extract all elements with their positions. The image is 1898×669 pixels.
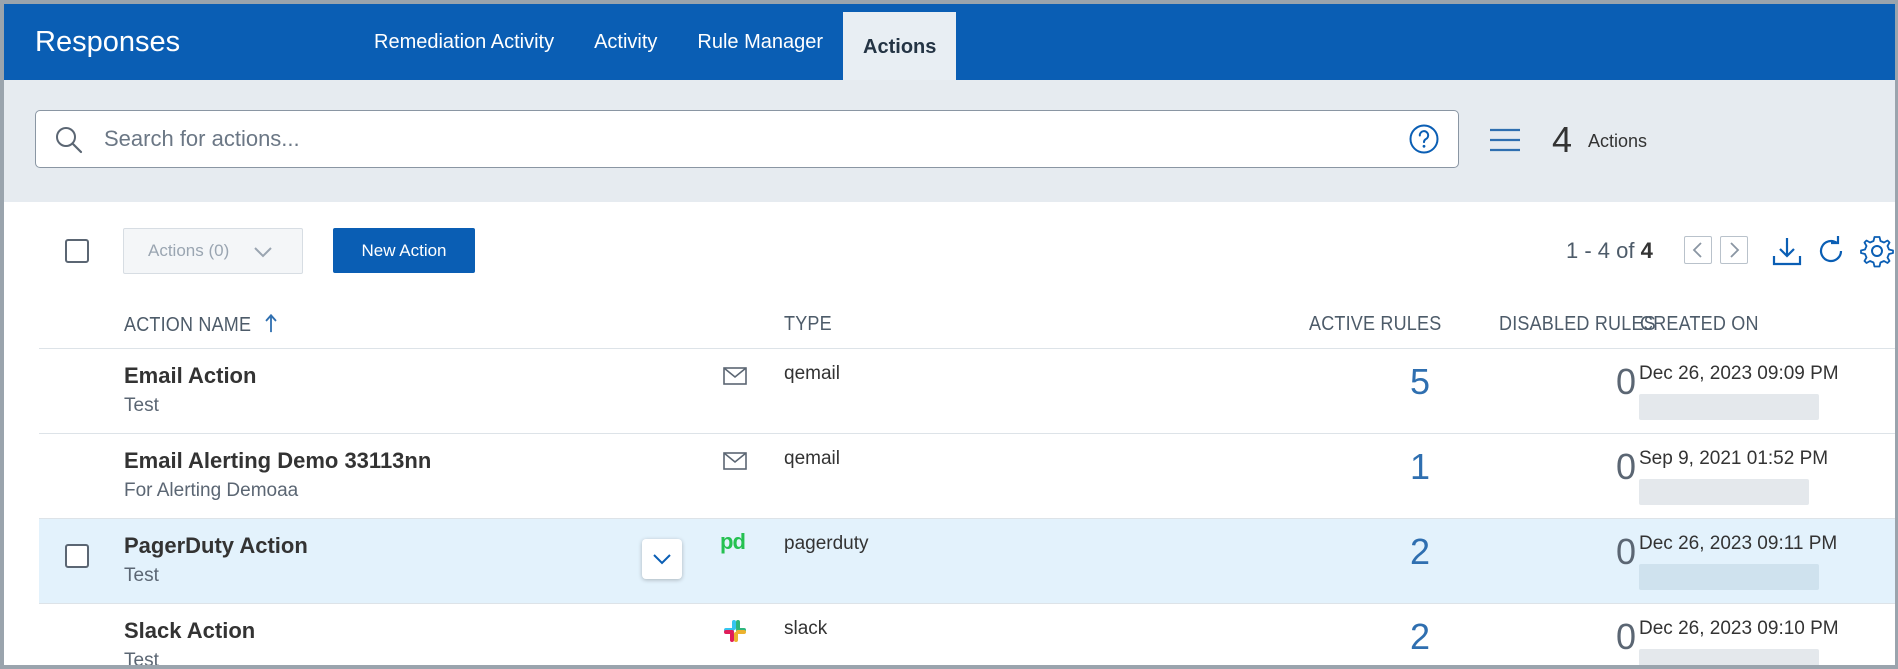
chevron-left-icon xyxy=(1692,242,1702,258)
pagination-range: 1 - 4 of xyxy=(1566,238,1635,263)
actions-count: 4 xyxy=(1552,119,1573,160)
disabled-rules-count: 0 xyxy=(1615,446,1636,487)
column-header-created-on[interactable]: CREATED ON xyxy=(1640,312,1759,336)
download-icon[interactable] xyxy=(1770,234,1804,268)
disabled-rules-count: 0 xyxy=(1615,531,1636,572)
gear-icon[interactable] xyxy=(1860,234,1894,268)
pagination-info: 1 - 4 of 4 xyxy=(1566,238,1653,264)
pagination-total: 4 xyxy=(1640,238,1653,263)
tab-activity[interactable]: Activity xyxy=(574,4,677,80)
table-row[interactable]: PagerDuty Action Test pd pagerduty 2 0 D… xyxy=(39,518,1895,603)
column-header-action-name-label: ACTION NAME xyxy=(124,313,252,336)
app-title: Responses xyxy=(35,26,181,58)
action-name[interactable]: Email Action xyxy=(124,363,256,389)
action-name[interactable]: Email Alerting Demo 33113nn xyxy=(124,448,431,474)
disabled-rules-count: 0 xyxy=(1615,616,1636,657)
created-on: Dec 26, 2023 09:10 PM xyxy=(1639,618,1839,639)
table-row[interactable]: Slack Action Test slack 2 0 Dec 26, 2023… xyxy=(39,603,1895,669)
tab-actions[interactable]: Actions xyxy=(843,12,957,80)
column-header-type[interactable]: TYPE xyxy=(784,312,832,336)
actions-count-label: Actions xyxy=(1588,131,1648,151)
action-name[interactable]: PagerDuty Action xyxy=(124,533,308,559)
chevron-right-icon xyxy=(1730,242,1740,258)
sort-ascending-icon xyxy=(265,313,278,333)
action-description: Test xyxy=(124,650,159,669)
action-type: slack xyxy=(784,618,828,639)
actions-dropdown-label: Actions (0) xyxy=(148,241,230,260)
column-header-action-name[interactable]: ACTION NAME xyxy=(124,312,280,337)
app-window: Responses Remediation Activity Activity … xyxy=(0,0,1898,669)
refresh-icon[interactable] xyxy=(1814,234,1848,268)
mail-icon xyxy=(723,452,747,470)
chevron-down-icon xyxy=(254,247,272,258)
created-on: Dec 26, 2023 09:09 PM xyxy=(1639,363,1839,384)
chevron-down-icon xyxy=(653,554,671,565)
action-type: qemail xyxy=(784,448,840,469)
action-type: qemail xyxy=(784,363,840,384)
row-actions-toggle[interactable] xyxy=(642,539,682,579)
search-box xyxy=(35,110,1459,168)
action-type: pagerduty xyxy=(784,533,869,554)
search-input[interactable] xyxy=(104,111,1384,167)
table-row[interactable]: Email Alerting Demo 33113nn For Alerting… xyxy=(39,433,1895,518)
list-view-menu-icon[interactable] xyxy=(1488,126,1522,154)
active-rules-count[interactable]: 5 xyxy=(1410,361,1430,403)
prev-page-button[interactable] xyxy=(1684,236,1712,264)
redacted-creator xyxy=(1639,394,1819,420)
top-nav-bar: Responses Remediation Activity Activity … xyxy=(4,4,1895,80)
help-icon[interactable] xyxy=(1408,123,1440,155)
search-icon xyxy=(56,127,83,154)
table-row[interactable]: Email Action Test qemail 5 0 Dec 26, 202… xyxy=(39,348,1895,433)
column-header-active-rules[interactable]: ACTIVE RULES xyxy=(1309,312,1441,336)
tab-remediation-activity[interactable]: Remediation Activity xyxy=(354,4,574,80)
row-select-checkbox[interactable] xyxy=(65,544,89,568)
action-description: For Alerting Demoaa xyxy=(124,480,299,501)
new-action-button[interactable]: New Action xyxy=(333,228,475,273)
nav-tabs: Remediation Activity Activity Rule Manag… xyxy=(354,4,957,80)
tab-rule-manager[interactable]: Rule Manager xyxy=(677,4,843,80)
created-on: Dec 26, 2023 09:11 PM xyxy=(1639,533,1838,554)
pagerduty-logo: pd xyxy=(720,529,746,554)
next-page-button[interactable] xyxy=(1720,236,1748,264)
redacted-creator xyxy=(1639,479,1809,505)
action-description: Test xyxy=(124,395,159,416)
actions-dropdown[interactable]: Actions (0) xyxy=(123,228,303,274)
redacted-creator xyxy=(1639,564,1819,590)
slack-logo xyxy=(724,620,746,642)
created-on: Sep 9, 2021 01:52 PM xyxy=(1639,448,1829,469)
mail-icon xyxy=(723,367,747,385)
redacted-creator xyxy=(1639,649,1819,665)
action-name[interactable]: Slack Action xyxy=(124,618,255,644)
active-rules-count[interactable]: 1 xyxy=(1410,446,1430,488)
active-rules-count[interactable]: 2 xyxy=(1410,616,1430,658)
active-rules-count[interactable]: 2 xyxy=(1410,531,1430,573)
action-description: Test xyxy=(124,565,159,586)
search-band: 4 Actions xyxy=(4,80,1895,202)
column-header-disabled-rules[interactable]: DISABLED RULES xyxy=(1499,312,1656,336)
select-all-checkbox[interactable] xyxy=(65,239,89,263)
disabled-rules-count: 0 xyxy=(1615,361,1636,402)
